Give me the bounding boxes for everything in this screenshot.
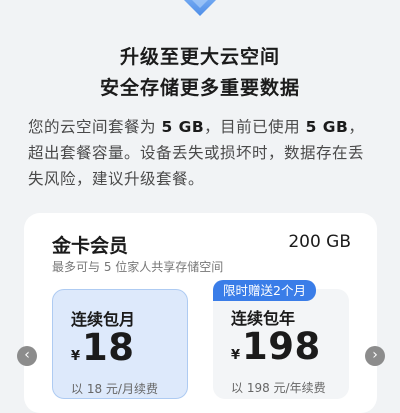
currency-symbol: ¥	[231, 348, 241, 363]
membership-card: 金卡会员 200 GB 最多可与 5 位家人共享存储空间 连续包月 ¥ 18 以…	[24, 213, 377, 413]
renew-text: 以 18 元/月续费	[71, 382, 158, 396]
plan-price: ¥ 198	[231, 325, 321, 368]
promo-badge: 限时赠送2个月	[213, 280, 316, 301]
renew-text: 以 198 元/年续费	[231, 381, 326, 395]
page-subtitle: 安全存储更多重要数据	[99, 77, 300, 99]
tier-name: 金卡会员	[52, 235, 129, 257]
price-amount: 18	[82, 326, 135, 369]
plan-option-yearly[interactable]: 连续包年 ¥ 198 以 198 元/年续费	[213, 289, 349, 399]
page-title: 升级至更大云空间	[119, 46, 280, 68]
tier-capacity: 200 GB	[288, 232, 351, 252]
chevron-right-icon[interactable]: ›	[365, 346, 385, 366]
currency-symbol: ¥	[71, 349, 81, 364]
used-value: 5 GB	[305, 118, 349, 136]
quota-value: 5 GB	[161, 118, 205, 136]
cloud-storage-icon	[184, 0, 216, 16]
plan-price: ¥ 18	[71, 326, 135, 369]
storage-warning-text: 您的云空间套餐为 5 GB，目前已使用 5 GB，超出套餐容量。设备丢失或损坏时…	[28, 118, 365, 188]
chevron-left-icon[interactable]: ‹	[17, 346, 37, 366]
price-amount: 198	[242, 325, 321, 368]
plan-option-monthly[interactable]: 连续包月 ¥ 18 以 18 元/月续费	[52, 289, 188, 399]
tier-description: 最多可与 5 位家人共享存储空间	[52, 260, 224, 274]
